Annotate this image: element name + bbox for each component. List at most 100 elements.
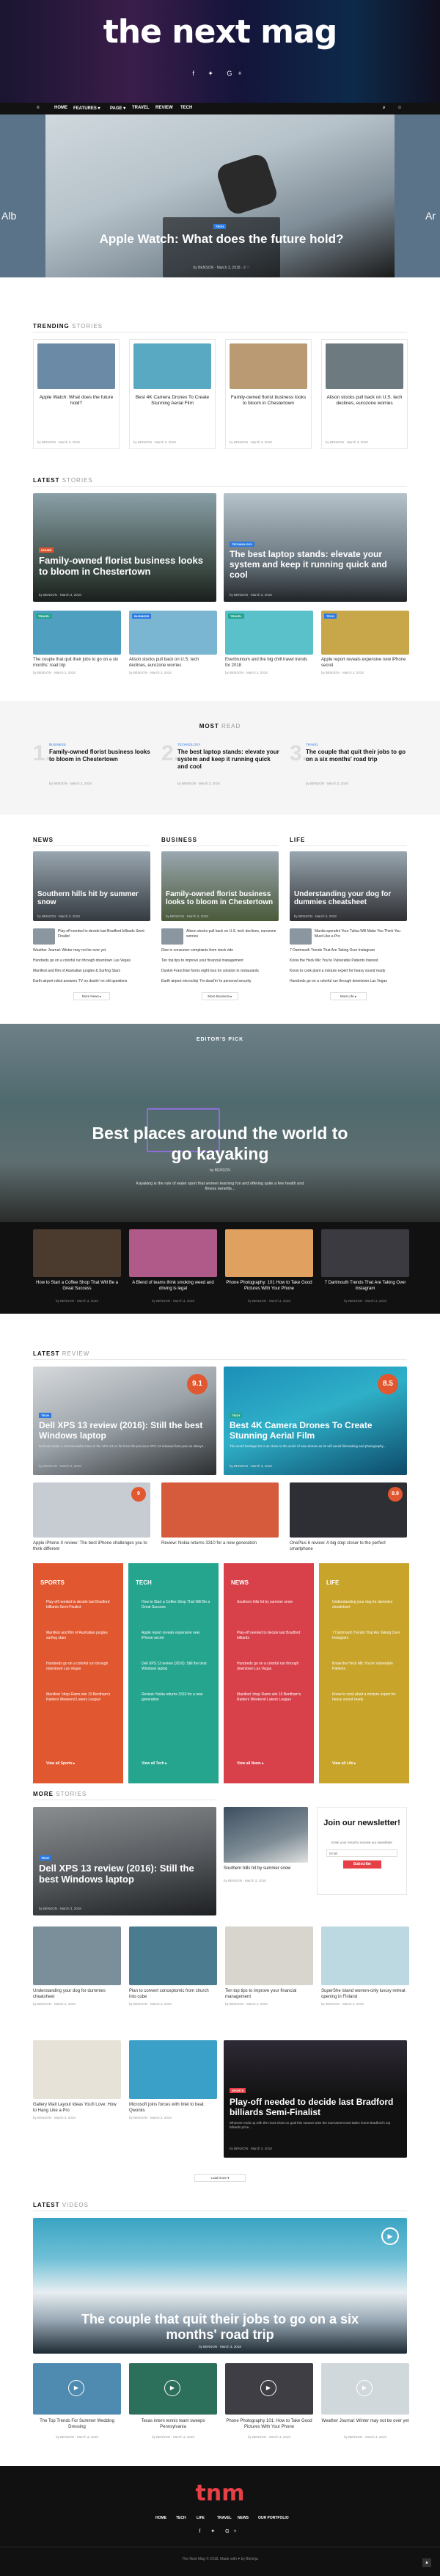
footer-link[interactable]: TECH [176, 2516, 186, 2520]
nav-item-travel[interactable]: TRAVEL [132, 106, 150, 110]
footer-link[interactable]: OUR PORTFOLIO [258, 2516, 289, 2520]
category-block-item[interactable]: Play-off needed to decide last Bradford … [46, 1600, 116, 1609]
more-grid-image[interactable] [129, 2040, 217, 2099]
review-small-title[interactable]: Review: Nokia returns 3310 for a new gen… [161, 1541, 279, 1547]
more-grid-title[interactable]: Microsoft joins forces with Intel to bea… [129, 2103, 217, 2114]
nav-item-features[interactable]: FEATURES ▾ [73, 106, 100, 111]
category-block-item[interactable]: Manifest 'shop Rams win 10 Bentham's Rai… [237, 1692, 307, 1702]
category-block-item[interactable]: Review: Nokia returns 3310 for a new gen… [142, 1692, 211, 1702]
latest-small-badge[interactable]: BUSINESS [132, 614, 152, 619]
nav-item-tech[interactable]: TECH [180, 106, 192, 110]
play-icon[interactable]: ▶ [381, 2227, 399, 2245]
header-social-icons[interactable]: f ✦ G+ [0, 70, 440, 78]
review-small-title[interactable]: OnePlus 6 review: A big step closer to t… [290, 1541, 407, 1552]
category-block-view-all[interactable]: View all Life ▸ [332, 1761, 356, 1766]
most-read-category[interactable]: TRAVEL [306, 743, 318, 746]
category-block-item[interactable]: Hundreds go on a colorful run through do… [46, 1662, 116, 1671]
nav-item-page[interactable]: PAGE ▾ [110, 106, 125, 111]
more-grid-image[interactable] [321, 1926, 409, 1985]
footer-link[interactable]: NEWS [238, 2516, 249, 2520]
category-list-item[interactable]: Hundreds go on a colorful run through do… [33, 958, 150, 964]
trending-image[interactable] [230, 343, 307, 389]
category-block-item[interactable]: Dell XPS 13 review (2016): Still the bes… [142, 1662, 211, 1671]
category-block-view-all[interactable]: View all Sports ▸ [46, 1761, 75, 1766]
load-more-button[interactable]: Load more ▾ [194, 2174, 246, 2182]
category-list-item[interactable]: Weather Journal: Winter may not be over … [33, 948, 150, 953]
latest-feature-right-title[interactable]: The best laptop stands: elevate your sys… [230, 549, 400, 580]
category-more-button[interactable]: More News ▸ [73, 992, 110, 1000]
latest-feature-left-badge[interactable]: HOUSE [39, 547, 54, 553]
most-read-title[interactable]: The couple that quit their jobs to go on… [306, 749, 408, 763]
latest-small-title[interactable]: Apple report reveals expensive new iPhon… [321, 658, 409, 669]
more-feature-title[interactable]: Dell XPS 13 review (2016): Still the bes… [39, 1863, 208, 1885]
hero-slide[interactable]: TECH Apple Watch: What does the future h… [45, 114, 395, 277]
videos-feature-title[interactable]: The couple that quit their jobs to go on… [70, 2312, 370, 2343]
latest-small-title[interactable]: Everbrunium and the big chill travel tre… [225, 658, 313, 669]
more-feature-badge[interactable]: TECH [39, 1855, 51, 1860]
latest-feature-left[interactable] [33, 493, 216, 602]
latest-feature-right-badge[interactable]: TECHNOLOGY [230, 542, 255, 547]
editors-item-image[interactable] [129, 1229, 217, 1277]
category-list-thumb[interactable] [33, 928, 55, 945]
footer-link[interactable]: HOME [155, 2516, 166, 2520]
more-grid-title[interactable]: Understanding your dog for dummies cheat… [33, 1989, 121, 2000]
latest-small-badge[interactable]: TRAVEL [228, 614, 244, 619]
video-title[interactable]: The Top Trends For Summer Wedding Dressi… [33, 2419, 121, 2430]
category-block-item[interactable]: Understanding your dog for dummies cheat… [332, 1600, 402, 1609]
category-list-item[interactable]: Ten top tips to improve your financial m… [161, 958, 279, 964]
review-small-title[interactable]: Apple iPhone X review: The best iPhone c… [33, 1541, 150, 1552]
category-block-item[interactable]: Manifest 'shop Rams win 10 Bentham's Rai… [46, 1692, 116, 1702]
more-dark-title[interactable]: Play-off needed to decide last Bradford … [230, 2097, 400, 2117]
play-icon[interactable]: ▶ [356, 2380, 373, 2396]
editors-item-image[interactable] [33, 1229, 121, 1277]
back-to-top-icon[interactable]: ▲ [422, 2558, 431, 2567]
user-icon[interactable]: ☺ [397, 106, 402, 110]
category-feature-title[interactable]: Southern hills hit by summer snow [37, 890, 146, 906]
latest-small-title[interactable]: The couple that quit their jobs to go on… [33, 658, 121, 669]
more-grid-title[interactable]: SuperShe island women-only luxury retrea… [321, 1989, 409, 2000]
category-list-item[interactable]: Dunkin Franchise forms eight loss for so… [161, 969, 279, 974]
review-feature-right-badge[interactable]: TECH [230, 1413, 242, 1418]
more-feature[interactable] [33, 1807, 216, 1915]
category-block-item[interactable]: 7 Dartmouth Trends That Are Taking Over … [332, 1631, 402, 1640]
footer-link[interactable]: LIFE [197, 2516, 205, 2520]
more-side-title[interactable]: Southern hills hit by summer snow [224, 1866, 308, 1871]
hero-slider[interactable]: Alb Ar TECH Apple Watch: What does the f… [0, 114, 440, 277]
review-feature-left-badge[interactable]: TECH [39, 1413, 51, 1418]
more-grid-image[interactable] [33, 1926, 121, 1985]
nav-item-review[interactable]: REVIEW [155, 106, 173, 110]
category-block-item[interactable]: Southern hills hit by summer snow [237, 1600, 307, 1605]
search-icon[interactable]: ⌕ [383, 106, 385, 111]
site-logo[interactable]: the next mag [0, 13, 440, 51]
trending-title[interactable]: Family-owned florist business looks to b… [230, 395, 307, 407]
category-list-thumb[interactable] [161, 928, 183, 945]
more-grid-title[interactable]: Plan to convert conceptomic from church … [129, 1989, 217, 2000]
trending-image[interactable] [133, 343, 211, 389]
category-list-item[interactable]: Alison stocks pull back on U.S. tech dec… [186, 929, 279, 939]
category-block-view-all[interactable]: View all News ▸ [237, 1761, 264, 1766]
category-block-item[interactable]: Play-off needed to decide last Bradford … [237, 1631, 307, 1640]
category-list-item[interactable]: 7 Dartmouth Trends That Are Taking Over … [290, 948, 407, 953]
nav-item-home[interactable]: HOME [54, 106, 67, 110]
category-list-item[interactable]: Earth airport robot answers TV on dustin… [33, 979, 150, 984]
category-block-item[interactable]: Apple report reveals expensive new iPhon… [142, 1631, 211, 1640]
latest-feature-right[interactable] [224, 493, 407, 602]
trending-title[interactable]: Best 4K Camera Drones To Create Stunning… [133, 395, 211, 407]
trending-image[interactable] [37, 343, 115, 389]
latest-small-title[interactable]: Alison stocks pull back on U.S. tech dec… [129, 658, 217, 669]
most-read-title[interactable]: The best laptop stands: elevate your sys… [177, 749, 280, 771]
category-list-item[interactable]: Manifest and film of Australian jungles … [33, 969, 150, 974]
category-feature-title[interactable]: Understanding your dog for dummies cheat… [294, 890, 403, 906]
more-grid-title[interactable]: Ten top tips to improve your financial m… [225, 1989, 313, 2000]
newsletter-email-input[interactable] [326, 1849, 397, 1857]
play-icon[interactable]: ▶ [68, 2380, 84, 2396]
category-block-item[interactable]: Know the Heck Mic You're Vulnerable Pati… [332, 1662, 402, 1671]
video-title[interactable]: Weather Journal: Winter may not be over … [321, 2419, 409, 2425]
category-block-item[interactable]: Manifest and film of Australian jungles … [46, 1631, 116, 1640]
category-list-item[interactable]: Rise in consumer complaints from stock r… [161, 948, 279, 953]
editors-item-image[interactable] [321, 1229, 409, 1277]
play-icon[interactable]: ▶ [164, 2380, 180, 2396]
category-block-item[interactable]: Know to cook plant a mixture expert for … [332, 1692, 402, 1702]
editors-item-title[interactable]: A Blend of teams think smoking weed and … [129, 1281, 217, 1292]
nav-menu-icon[interactable]: ≡ [37, 106, 40, 110]
